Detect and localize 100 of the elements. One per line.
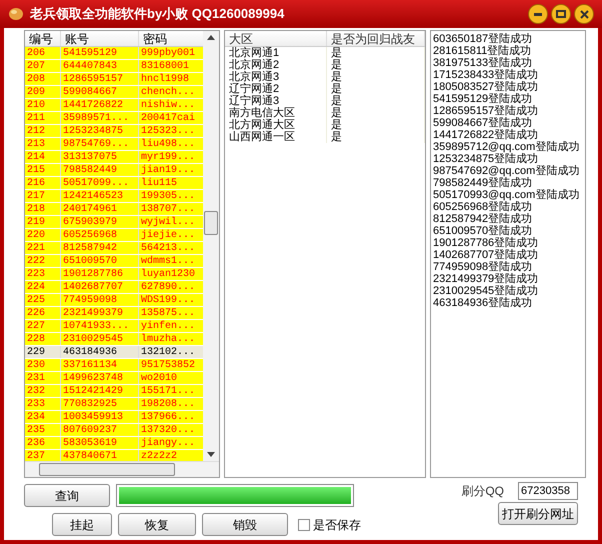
table-cell: 辽宁网通3 [225, 95, 327, 107]
table-cell: 98754769... [61, 138, 139, 150]
table-cell: 211 [25, 112, 61, 124]
table-row[interactable]: 224 1402687707 627890... [25, 281, 203, 294]
table-cell: 541595129 [61, 47, 139, 59]
table-cell: 是 [327, 131, 425, 143]
table-row[interactable]: 234 1003459913 137966... [25, 411, 203, 424]
table-row[interactable]: 214 313137075 myr199... [25, 151, 203, 164]
table-cell: 2321499379 [61, 307, 139, 319]
log-line: 1402687707登陆成功 [433, 249, 540, 261]
scroll-down-icon [207, 452, 215, 457]
table-cell: 山西网通一区 [225, 131, 327, 143]
table-row[interactable]: 227 10741933... yinfen... [25, 320, 203, 333]
table-row[interactable]: 212 1253234875 125323... [25, 125, 203, 138]
table-cell: 236 [25, 437, 61, 449]
table-row[interactable]: 208 1286595157 hncl1998 [25, 73, 203, 86]
table-row[interactable]: 215 798582449 jian19... [25, 164, 203, 177]
column-header[interactable]: 大区 [225, 31, 327, 46]
table-cell: 644407843 [61, 60, 139, 72]
table-cell: 230 [25, 359, 61, 371]
table-cell: 2310029545 [61, 333, 139, 345]
table-cell: 50517099... [61, 177, 139, 189]
table-cell: 35989571... [61, 112, 139, 124]
table-cell: 583053619 [61, 437, 139, 449]
table-cell: 辽宁网通2 [225, 83, 327, 95]
table-row[interactable]: 237 437840671 z2z2z2 [25, 450, 203, 461]
vertical-scrollbar[interactable] [203, 31, 219, 461]
table-row[interactable]: 209 599084667 chench... [25, 86, 203, 99]
column-header[interactable]: 编号 [25, 31, 61, 46]
table-cell: 是 [327, 59, 425, 71]
table-cell: 605256968 [61, 229, 139, 241]
table-row[interactable]: 232 1512421429 155171... [25, 385, 203, 398]
table-cell: 234 [25, 411, 61, 423]
log-line: 774959098登陆成功 [433, 261, 534, 273]
log-line: 463184936登陆成功 [433, 297, 534, 309]
log-line: 599084667登陆成功 [433, 117, 534, 129]
maximize-button[interactable] [551, 4, 571, 24]
table-row[interactable]: 235 807609237 137320... [25, 424, 203, 437]
restore-button[interactable]: 恢复 [118, 513, 196, 536]
table-row[interactable]: 207 644407843 83168001 [25, 60, 203, 73]
table-cell: 208 [25, 73, 61, 85]
table-row[interactable]: 236 583053619 jiangy... [25, 437, 203, 450]
brush-qq-field[interactable]: 67230358 [518, 482, 578, 500]
table-cell: 207 [25, 60, 61, 72]
table-cell: 228 [25, 333, 61, 345]
table-cell: 599084667 [61, 86, 139, 98]
table-row[interactable]: 233 770832925 198208... [25, 398, 203, 411]
table-row[interactable]: 222 651009570 wdmms1... [25, 255, 203, 268]
window-title: 老兵领取全功能软件by小败 QQ1260089994 [30, 5, 284, 24]
destroy-button[interactable]: 销毁 [202, 513, 288, 536]
table-cell: 217 [25, 190, 61, 202]
table-cell: 225 [25, 294, 61, 306]
column-header[interactable]: 是否为回归战友 [327, 31, 425, 46]
scroll-thumb[interactable] [204, 211, 218, 235]
table-cell: 807609237 [61, 424, 139, 436]
table-row[interactable]: 218 240174961 138707... [25, 203, 203, 216]
horizontal-scrollbar[interactable] [25, 461, 219, 477]
table-cell: 463184936 [61, 346, 139, 358]
table-row[interactable]: 225 774959098 WDS199... [25, 294, 203, 307]
open-url-button[interactable]: 打开刷分网址 [498, 502, 578, 525]
table-cell: 213 [25, 138, 61, 150]
query-button[interactable]: 查询 [24, 484, 110, 507]
minimize-button[interactable] [528, 4, 548, 24]
table-cell: 1499623748 [61, 372, 139, 384]
table-row[interactable]: 230 337161134 951753852 [25, 359, 203, 372]
close-button[interactable] [574, 4, 594, 24]
log-line: 1805083527登陆成功 [433, 81, 540, 93]
scroll-thumb[interactable] [39, 463, 175, 476]
table-row[interactable]: 226 2321499379 135875... [25, 307, 203, 320]
column-header[interactable]: 账号 [61, 31, 139, 46]
app-icon [8, 7, 24, 21]
table-row[interactable]: 223 1901287786 luyan1230 [25, 268, 203, 281]
table-cell: 231 [25, 372, 61, 384]
log-line: 381975133登陆成功 [433, 57, 534, 69]
minimize-icon [534, 12, 542, 16]
save-checkbox[interactable] [298, 518, 310, 530]
table-row[interactable]: 211 35989571... 200417cai [25, 112, 203, 125]
table-row[interactable]: 229 463184936 132102... [25, 346, 203, 359]
table-cell: 812587942 [61, 242, 139, 254]
suspend-button[interactable]: 挂起 [52, 513, 112, 536]
table-row[interactable]: 206 541595129 999pby001 [25, 47, 203, 60]
table-cell: 209 [25, 86, 61, 98]
table-row[interactable]: 216 50517099... liu115 [25, 177, 203, 190]
table-cell: 220 [25, 229, 61, 241]
log-line: 651009570登陆成功 [433, 225, 534, 237]
table-row[interactable]: 213 98754769... liu498... [25, 138, 203, 151]
table-cell: 214 [25, 151, 61, 163]
log-line: 359895712@qq.com登陆成功 [433, 141, 580, 153]
table-cell: 210 [25, 99, 61, 111]
maximize-icon [556, 10, 566, 18]
table-row[interactable]: 228 2310029545 lmuzha... [25, 333, 203, 346]
table-row[interactable]: 210 1441726822 nishiw... [25, 99, 203, 112]
log-line: 505170993@qq.com登陆成功 [433, 189, 580, 201]
table-cell: 233 [25, 398, 61, 410]
table-row[interactable]: 221 812587942 564213... [25, 242, 203, 255]
table-row[interactable]: 217 1242146523 199305... [25, 190, 203, 203]
table-cell: 232 [25, 385, 61, 397]
table-row[interactable]: 220 605256968 jiejie... [25, 229, 203, 242]
table-row[interactable]: 219 675903979 wyjwil... [25, 216, 203, 229]
table-row[interactable]: 231 1499623748 wo2010 [25, 372, 203, 385]
